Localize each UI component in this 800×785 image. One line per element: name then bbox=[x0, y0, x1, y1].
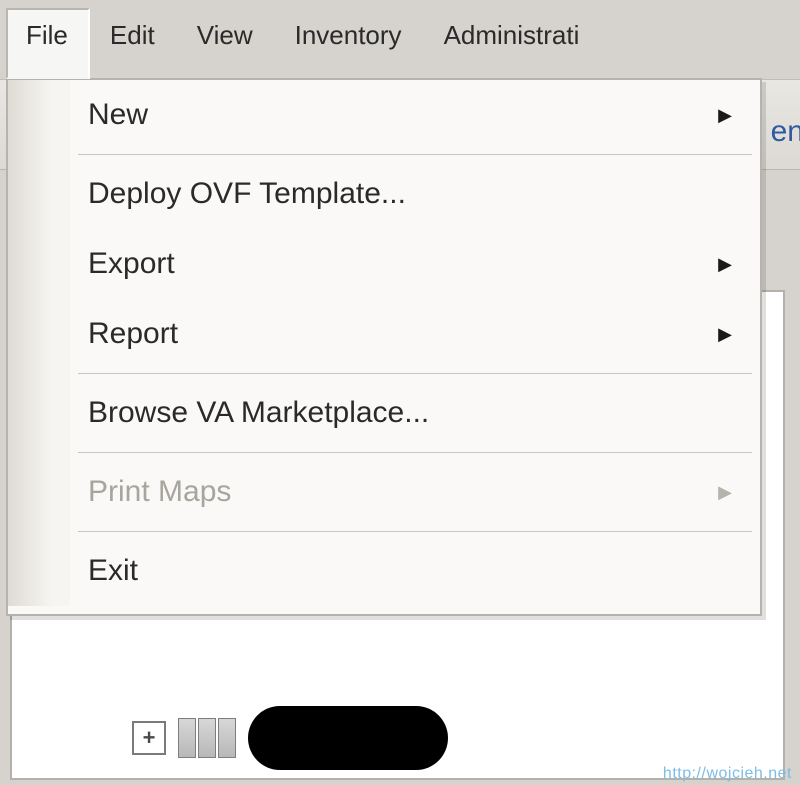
menu-item-label: Deploy OVF Template... bbox=[88, 177, 406, 211]
menubar-item-inventory[interactable]: Inventory bbox=[275, 8, 424, 79]
menu-item-report[interactable]: Report ▶ bbox=[70, 299, 760, 369]
menu-item-print-maps: Print Maps ▶ bbox=[70, 457, 760, 527]
submenu-arrow-icon: ▶ bbox=[718, 482, 732, 503]
menu-item-browse-marketplace[interactable]: Browse VA Marketplace... bbox=[70, 378, 760, 448]
tree-toolbar: + bbox=[132, 706, 448, 770]
menubar-item-administration[interactable]: Administrati bbox=[424, 8, 602, 79]
file-menu-dropdown: New ▶ Deploy OVF Template... Export ▶ Re… bbox=[6, 78, 762, 616]
redacted-label bbox=[248, 706, 448, 770]
menu-item-deploy-ovf[interactable]: Deploy OVF Template... bbox=[70, 159, 760, 229]
menu-item-label: Browse VA Marketplace... bbox=[88, 396, 429, 430]
menu-item-label: New bbox=[88, 98, 148, 132]
menu-item-label: Print Maps bbox=[88, 475, 231, 509]
menubar-item-file[interactable]: File bbox=[6, 8, 90, 79]
menu-separator bbox=[78, 373, 752, 374]
menu-item-label: Export bbox=[88, 247, 175, 281]
menu-separator bbox=[78, 452, 752, 453]
dropdown-icon-gutter bbox=[8, 80, 70, 606]
menu-item-label: Report bbox=[88, 317, 178, 351]
menubar: File Edit View Inventory Administrati bbox=[0, 0, 800, 80]
servers-icon bbox=[178, 718, 236, 758]
expand-icon[interactable]: + bbox=[132, 721, 166, 755]
watermark-text: http://wojcieh.net bbox=[663, 765, 792, 783]
menu-item-label: Exit bbox=[88, 554, 138, 588]
menu-item-exit[interactable]: Exit bbox=[70, 536, 760, 606]
menubar-item-edit[interactable]: Edit bbox=[90, 8, 177, 79]
menu-item-export[interactable]: Export ▶ bbox=[70, 229, 760, 299]
menu-item-new[interactable]: New ▶ bbox=[70, 80, 760, 150]
submenu-arrow-icon: ▶ bbox=[718, 254, 732, 275]
menu-separator bbox=[78, 154, 752, 155]
menu-separator bbox=[78, 531, 752, 532]
menubar-item-view[interactable]: View bbox=[177, 8, 275, 79]
submenu-arrow-icon: ▶ bbox=[718, 105, 732, 126]
partial-toolbar-text: en bbox=[771, 115, 800, 149]
submenu-arrow-icon: ▶ bbox=[718, 324, 732, 345]
